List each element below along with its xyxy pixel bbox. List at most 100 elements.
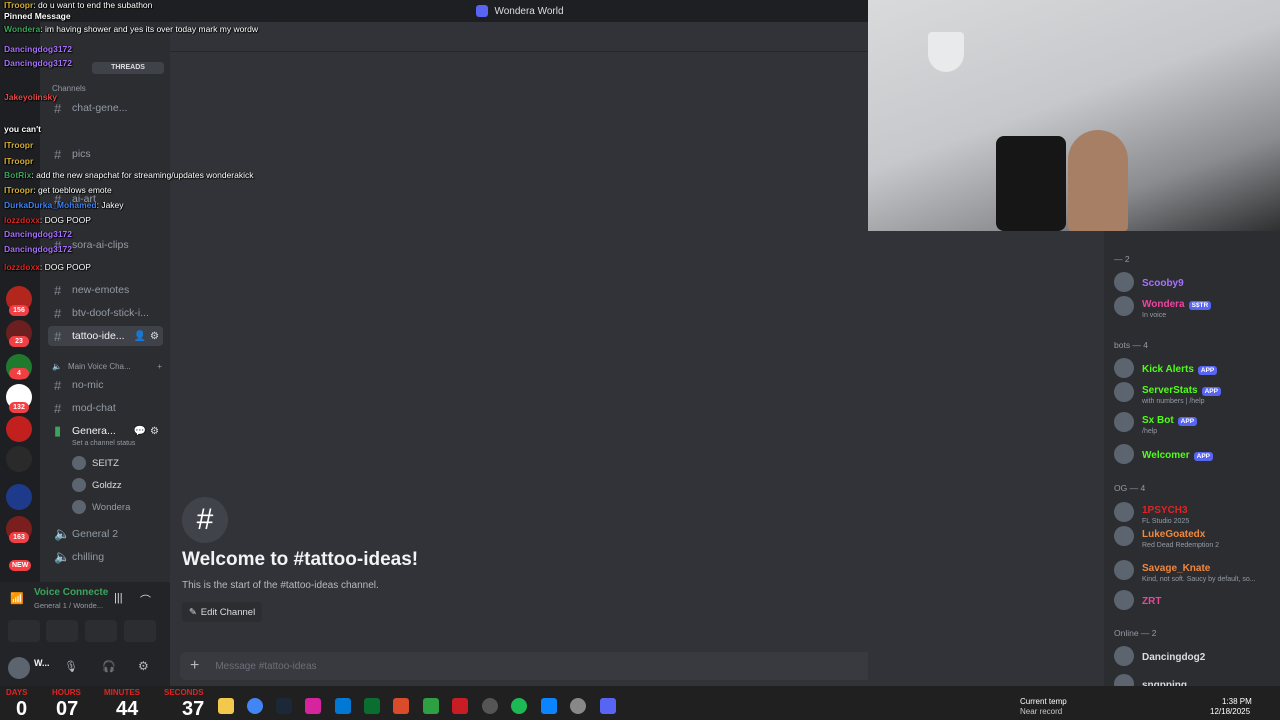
- stream-chat-overlay: ITroopr: do u want to end the subathon Pi…: [0, 0, 370, 280]
- settings-gear-icon[interactable]: ⚙: [138, 659, 149, 673]
- chat-message-text: you can't: [4, 124, 41, 134]
- voice-user[interactable]: SEITZ: [72, 454, 119, 472]
- gear-icon[interactable]: ⚙: [150, 426, 159, 437]
- member-name: Savage_Knate: [1142, 562, 1211, 574]
- member-row[interactable]: ZRT: [1114, 588, 1161, 612]
- weather-sub[interactable]: Near record: [1020, 707, 1062, 716]
- app-icon[interactable]: [482, 698, 498, 714]
- member-name-line: 1PSYCH3: [1142, 500, 1189, 518]
- member-info: Sx Bot APP/help: [1142, 410, 1198, 435]
- chat-overlay-line: BotRix: add the new snapchat for streami…: [4, 170, 253, 180]
- voice-channel-path[interactable]: General 1 / Wonde...: [34, 601, 103, 610]
- edit-channel-button[interactable]: ✎ Edit Channel: [182, 602, 262, 622]
- channel-no-mic[interactable]: # no-mic: [48, 375, 163, 395]
- member-row[interactable]: Dancingdog2: [1114, 644, 1205, 668]
- member-row[interactable]: ServerStats APP with numbers | /help: [1114, 380, 1221, 405]
- discord-icon[interactable]: [600, 698, 616, 714]
- settings-icon[interactable]: [570, 698, 586, 714]
- hash-icon: #: [54, 328, 62, 344]
- member-status: In voice: [1142, 311, 1167, 319]
- voice-user[interactable]: Goldzz: [72, 476, 122, 494]
- weather-title[interactable]: Current temp: [1020, 697, 1067, 706]
- member-name-line: Sx Bot APP: [1142, 410, 1198, 428]
- member-name: Kick Alerts: [1142, 364, 1194, 375]
- member-name-line: ZRT: [1142, 591, 1161, 609]
- voicemod-icon[interactable]: [452, 698, 468, 714]
- chat-username: Dancingdog3172: [4, 229, 73, 239]
- obs-icon[interactable]: [393, 698, 409, 714]
- server-icon[interactable]: [6, 446, 32, 472]
- channel-mod-chat[interactable]: # mod-chat: [48, 398, 163, 418]
- member-name: Welcomer: [1142, 450, 1190, 461]
- avatar: [1114, 382, 1134, 402]
- channel-new-emotes[interactable]: # new-emotes: [48, 280, 163, 300]
- chrome-icon[interactable]: [247, 698, 263, 714]
- screenshare-button[interactable]: [46, 620, 78, 642]
- voice-user[interactable]: Wondera: [72, 498, 130, 516]
- server-icon[interactable]: [6, 416, 32, 442]
- chat-username: Dancingdog3172: [4, 58, 73, 68]
- voice-activity-icon: ▮: [54, 423, 62, 438]
- camera-button[interactable]: [8, 620, 40, 642]
- member-name: Dancingdog2: [1142, 652, 1206, 663]
- voice-category[interactable]: 🔈 Main Voice Cha... +: [52, 362, 162, 371]
- member-row[interactable]: Savage_Knate Kind, not soft. Saucy by def…: [1114, 558, 1256, 583]
- channel-tattoo-ideas[interactable]: # tattoo-ide... 👤 ⚙: [48, 326, 163, 346]
- headphones-icon[interactable]: 🎧: [102, 660, 116, 673]
- channel-btv-doof-stick[interactable]: # btv-doof-stick-i...: [48, 303, 163, 323]
- avatar[interactable]: [8, 657, 30, 679]
- chair-shape: [996, 136, 1066, 231]
- member-row[interactable]: Welcomer APP: [1114, 442, 1213, 466]
- file-explorer-icon[interactable]: [218, 698, 234, 714]
- steam-icon[interactable]: [276, 698, 292, 714]
- member-tag: S$TR: [1188, 300, 1212, 310]
- noise-icon[interactable]: |||: [114, 592, 123, 604]
- member-row[interactable]: Scooby9: [1114, 270, 1184, 294]
- mic-icon[interactable]: 🎙: [64, 660, 78, 673]
- member-name: ZRT: [1142, 596, 1162, 607]
- voice-status[interactable]: Voice Connecte: [34, 587, 108, 598]
- chat-overlay-line: Dancingdog3172: [4, 229, 72, 239]
- chat-overlay-line: lozzdoxx: DOG POOP: [4, 215, 91, 225]
- spotify-icon[interactable]: [511, 698, 527, 714]
- signal-icon[interactable]: 📶: [10, 592, 24, 605]
- voice-channel-chilling[interactable]: 🔈 chilling: [48, 547, 163, 567]
- member-tag: APP: [1197, 366, 1218, 375]
- seconds-value: 37: [182, 698, 205, 720]
- voice-channel-general[interactable]: ▮ Genera... 💬 ⚙: [48, 421, 163, 441]
- unread-badge: 132: [9, 402, 29, 413]
- add-member-icon[interactable]: 👤: [134, 331, 146, 342]
- member-name-line: Kick Alerts APP: [1142, 359, 1218, 377]
- user-name[interactable]: W...: [34, 658, 50, 668]
- server-icon[interactable]: [6, 484, 32, 510]
- app-icon[interactable]: [364, 698, 380, 714]
- soundboard-button[interactable]: [124, 620, 156, 642]
- avatar: [1114, 560, 1134, 580]
- app-icon[interactable]: [541, 698, 557, 714]
- chat-overlay-line: ITroopr: get toeblows emote: [4, 185, 112, 195]
- instagram-icon[interactable]: [305, 698, 321, 714]
- activities-button[interactable]: [85, 620, 117, 642]
- voice-channel-general-2[interactable]: 🔈 General 2: [48, 524, 163, 544]
- member-row[interactable]: 1PSYCH3 FL Studio 2025: [1114, 500, 1189, 525]
- member-row[interactable]: Wondera S$TR In voice: [1114, 294, 1212, 319]
- avatar: [1114, 646, 1134, 666]
- chat-message-text: Pinned Message: [4, 11, 71, 21]
- chat-icon[interactable]: 💬: [134, 426, 146, 437]
- gear-icon[interactable]: ⚙: [150, 331, 159, 342]
- edge-icon[interactable]: [335, 698, 351, 714]
- disconnect-icon[interactable]: ⌒: [140, 592, 151, 608]
- member-row[interactable]: LukeGoatedx Red Dead Redemption 2: [1114, 524, 1219, 549]
- member-info: ZRT: [1142, 591, 1161, 609]
- app-icon[interactable]: [423, 698, 439, 714]
- welcome-subtitle: This is the start of the #tattoo-ideas c…: [182, 580, 379, 591]
- add-attachment-icon[interactable]: +: [190, 657, 199, 675]
- add-icon[interactable]: +: [157, 362, 162, 371]
- member-row[interactable]: Kick Alerts APP: [1114, 356, 1218, 380]
- channel-status[interactable]: Set a channel status: [72, 440, 135, 447]
- member-row[interactable]: Sx Bot APP/help: [1114, 410, 1198, 435]
- clock-date[interactable]: 12/18/2025: [1210, 707, 1250, 716]
- clock-time[interactable]: 1:38 PM: [1222, 697, 1252, 706]
- chat-overlay-line: ITroopr: [4, 156, 33, 166]
- member-tag: APP: [1201, 386, 1221, 396]
